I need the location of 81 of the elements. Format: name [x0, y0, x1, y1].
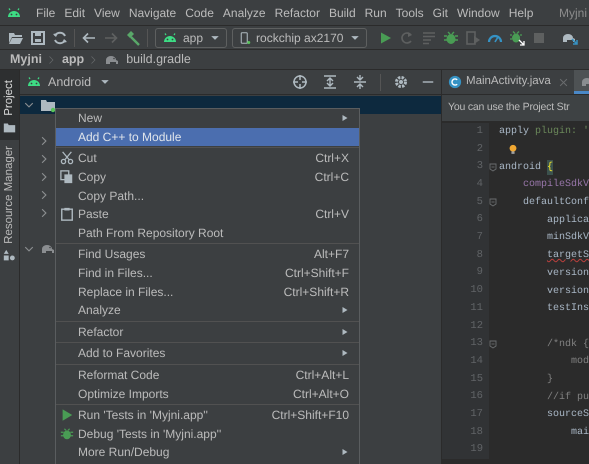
menu-item[interactable]: Find Usages Alt+F7 [56, 245, 359, 264]
menu-item[interactable]: Copy Path... [56, 186, 359, 205]
menu-item[interactable]: Refactor [274, 4, 320, 22]
menu-item[interactable]: Refactor [56, 322, 359, 342]
menu-item[interactable]: Debug 'Tests in 'Myjni.app'' [56, 424, 359, 444]
expand-all-icon[interactable] [322, 74, 338, 90]
menu-item[interactable]: Help [508, 4, 534, 22]
menu-item[interactable]: Cut Ctrl+X [56, 149, 359, 168]
menu-item[interactable]: Git [432, 4, 448, 22]
code-line: //if pu [546, 390, 589, 405]
clipboard-icon [60, 207, 74, 222]
project-name: Myjni [558, 4, 588, 22]
code-line: version [546, 284, 589, 299]
menu-item[interactable]: Add to Favorites [56, 344, 359, 363]
phone-icon [239, 30, 252, 46]
code-line: minSdkV [546, 230, 589, 246]
code-line: applica [546, 214, 589, 228]
shapes-icon [3, 248, 16, 262]
fold-icon[interactable] [489, 162, 497, 172]
menu-item[interactable]: Edit [64, 4, 86, 22]
fold-icon[interactable] [488, 340, 497, 349]
menu-item[interactable]: Window [457, 4, 500, 22]
menu-item[interactable]: Copy Ctrl+C [56, 168, 359, 186]
menu-item[interactable]: Run [364, 4, 387, 22]
code-line: sourceS [546, 408, 589, 422]
code-line: testIns [546, 302, 589, 316]
menu-item[interactable]: Find in Files... Ctrl+Shift+F [56, 264, 359, 282]
code-line: apply plugin: ' [498, 124, 589, 140]
code-line: targetS [546, 249, 589, 264]
crosshair-icon[interactable] [292, 74, 308, 90]
menu-item[interactable]: More Run/Debug [56, 443, 359, 462]
menu-item[interactable]: Run 'Tests in 'Myjni.app'' Ctrl+Shift+F10 [56, 406, 359, 424]
code-line: compileSdkV [522, 178, 589, 192]
code-line: mai [570, 426, 589, 440]
menu-item[interactable]: Build [328, 4, 356, 22]
class-icon [448, 75, 462, 89]
collapse-all-icon[interactable] [352, 74, 368, 90]
menu-item[interactable]: File [36, 4, 56, 22]
menu-item[interactable]: Navigate [128, 4, 176, 22]
sync-icon[interactable] [52, 30, 68, 46]
run-icon [60, 408, 74, 422]
side-tab[interactable]: Project [0, 70, 19, 140]
view-dropdown[interactable]: Android [26, 72, 110, 92]
hammer-icon[interactable] [125, 30, 141, 46]
device-dropdown[interactable]: rockchip ax2170 [232, 28, 368, 48]
menu-item[interactable]: Optimize Imports Ctrl+Alt+O [56, 384, 359, 403]
breadcrumb-item[interactable]: app [62, 50, 84, 69]
folder-icon [40, 97, 56, 113]
menu-item[interactable]: Analyze [222, 4, 266, 22]
code-line: defaultConf [522, 196, 589, 210]
menu-item[interactable]: View [94, 4, 120, 22]
scissors-icon [60, 151, 74, 166]
folder-icon [3, 120, 16, 134]
lightbulb-icon[interactable] [508, 142, 518, 156]
close-icon[interactable] [558, 78, 568, 86]
bug-icon [60, 426, 74, 441]
menu-item[interactable]: New [56, 109, 359, 128]
breadcrumb-item[interactable]: Myjni [10, 50, 42, 69]
settings-icon[interactable] [393, 74, 409, 90]
menu-item[interactable]: Analyze [56, 300, 359, 320]
copy-icon [60, 170, 74, 184]
fold-icon[interactable] [488, 198, 497, 208]
config-dropdown[interactable]: app [155, 28, 228, 48]
side-tab[interactable]: Resource Manager [0, 140, 19, 268]
save-icon[interactable] [30, 30, 46, 46]
menu-item[interactable]: Add C++ to Module [56, 128, 359, 146]
menu-item[interactable]: Code [185, 4, 214, 22]
info-banner-text: You can use the Project Str [448, 100, 570, 116]
code-line: /*ndk { [546, 338, 589, 352]
breadcrumb-item[interactable]: build.gradle [126, 50, 191, 69]
menu-item[interactable]: Paste Ctrl+V [56, 204, 359, 224]
code-line: android { [498, 160, 554, 175]
menu-item[interactable]: Reformat Code Ctrl+Alt+L [56, 366, 359, 384]
code-line: version [546, 266, 589, 281]
menu-item[interactable]: Replace in Files... Ctrl+Shift+R [56, 282, 359, 301]
bug-arrow-icon[interactable] [509, 30, 526, 46]
menu-item[interactable]: Tools [396, 4, 424, 22]
bug-icon[interactable] [443, 30, 460, 46]
code-line: } [546, 372, 554, 387]
menu-item[interactable]: Path From Repository Root [56, 224, 359, 242]
code-line: mod [570, 354, 589, 370]
